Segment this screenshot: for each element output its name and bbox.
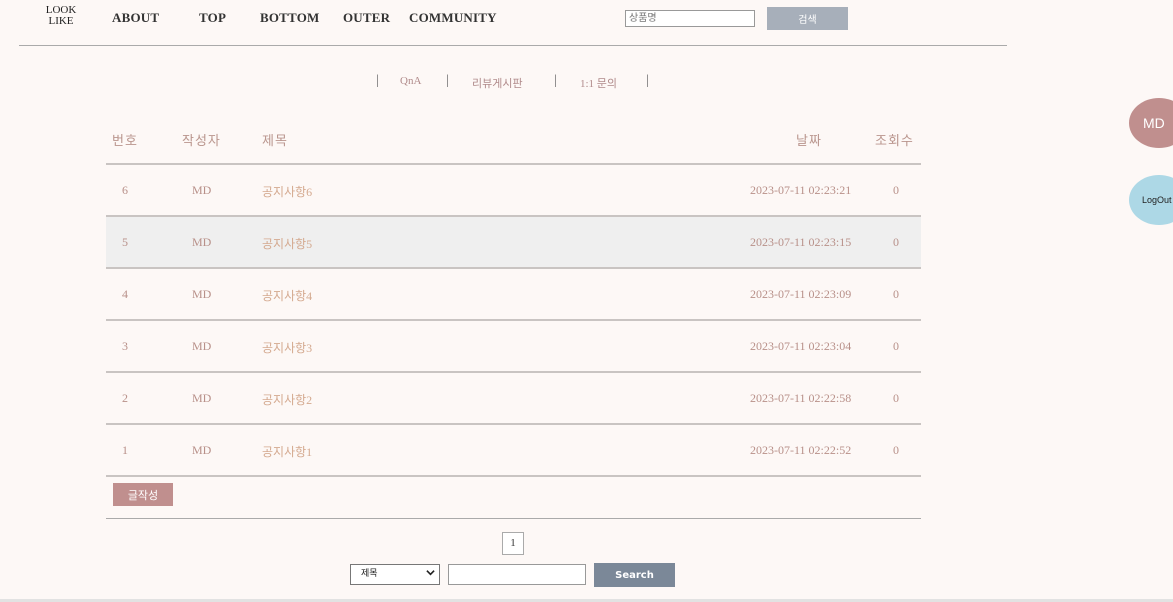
table-row[interactable]: 1 MD 공지사항1 2023-07-11 02:22:52 0 <box>106 423 921 477</box>
row-num: 4 <box>122 287 128 301</box>
row-views: 0 <box>893 235 899 249</box>
row-date: 2023-07-11 02:22:58 <box>750 391 852 405</box>
row-date: 2023-07-11 02:23:21 <box>750 183 852 197</box>
subnav-separator: | <box>376 73 379 88</box>
row-title-link[interactable]: 공지사항6 <box>262 183 312 200</box>
table-row[interactable]: 6 MD 공지사항6 2023-07-11 02:23:21 0 <box>106 163 921 215</box>
nav-community[interactable]: COMMUNITY <box>409 10 497 26</box>
product-search-button[interactable]: 검색 <box>767 7 848 30</box>
row-num: 6 <box>122 183 128 197</box>
row-title-link[interactable]: 공지사항2 <box>262 391 312 408</box>
row-date: 2023-07-11 02:23:15 <box>750 235 852 249</box>
keyword-search-input[interactable] <box>448 564 586 585</box>
logout-button[interactable]: LogOut <box>1129 175 1173 225</box>
row-author: MD <box>192 287 212 301</box>
page-button-current[interactable]: 1 <box>502 532 524 555</box>
subnav-separator: | <box>554 73 557 88</box>
header-num: 번호 <box>112 133 138 148</box>
row-views: 0 <box>893 339 899 353</box>
logo-line2: LIKE <box>48 15 74 27</box>
nav-about[interactable]: ABOUT <box>112 10 159 26</box>
row-num: 5 <box>122 235 128 249</box>
header-views: 조회수 <box>875 133 914 148</box>
row-views: 0 <box>893 443 899 457</box>
row-views: 0 <box>893 183 899 197</box>
row-title-link[interactable]: 공지사항1 <box>262 443 312 460</box>
nav-bottom[interactable]: BOTTOM <box>260 10 319 26</box>
row-author: MD <box>192 443 212 457</box>
row-date: 2023-07-11 02:23:09 <box>750 287 852 301</box>
table-row[interactable]: 3 MD 공지사항3 2023-07-11 02:23:04 0 <box>106 319 921 371</box>
row-num: 3 <box>122 339 128 353</box>
row-author: MD <box>192 183 212 197</box>
row-author: MD <box>192 391 212 405</box>
subnav-qna[interactable]: QnA <box>400 75 421 87</box>
subnav-separator: | <box>446 73 449 88</box>
write-post-button[interactable]: 글작성 <box>113 483 173 506</box>
nav-top[interactable]: TOP <box>199 10 226 26</box>
user-avatar-label: MD <box>1143 115 1165 131</box>
post-search-button[interactable]: Search <box>594 563 675 587</box>
subnav-review[interactable]: 리뷰게시판 <box>472 75 523 91</box>
footer-divider <box>106 518 921 519</box>
row-title-link[interactable]: 공지사항5 <box>262 235 312 252</box>
table-row[interactable]: 4 MD 공지사항4 2023-07-11 02:23:09 0 <box>106 267 921 319</box>
logout-label: LogOut <box>1142 195 1172 205</box>
subnav-separator: | <box>646 73 649 88</box>
row-views: 0 <box>893 391 899 405</box>
row-title-link[interactable]: 공지사항4 <box>262 287 312 304</box>
row-date: 2023-07-11 02:23:04 <box>750 339 852 353</box>
nav-outer[interactable]: OUTER <box>343 10 390 26</box>
product-search-input[interactable] <box>625 10 755 27</box>
table-row[interactable]: 2 MD 공지사항2 2023-07-11 02:22:58 0 <box>106 371 921 423</box>
header-title: 제목 <box>262 133 288 148</box>
row-num: 2 <box>122 391 128 405</box>
user-avatar-button[interactable]: MD <box>1129 98 1173 148</box>
row-author: MD <box>192 235 212 249</box>
notice-table: 6 MD 공지사항6 2023-07-11 02:23:21 0 5 MD 공지… <box>106 163 921 477</box>
search-type-select[interactable]: 제목 <box>350 564 440 585</box>
row-title-link[interactable]: 공지사항3 <box>262 339 312 356</box>
site-logo[interactable]: LOOK LIKE <box>44 5 78 27</box>
row-date: 2023-07-11 02:22:52 <box>750 443 852 457</box>
table-row[interactable]: 5 MD 공지사항5 2023-07-11 02:23:15 0 <box>106 215 921 267</box>
header-author: 작성자 <box>182 133 221 148</box>
chevron-down-icon <box>426 568 435 580</box>
row-num: 1 <box>122 443 128 457</box>
header-divider <box>19 45 1007 46</box>
search-type-value: 제목 <box>361 569 378 579</box>
header-date: 날짜 <box>796 133 822 148</box>
row-author: MD <box>192 339 212 353</box>
subnav-inquiry[interactable]: 1:1 문의 <box>580 75 617 91</box>
row-views: 0 <box>893 287 899 301</box>
